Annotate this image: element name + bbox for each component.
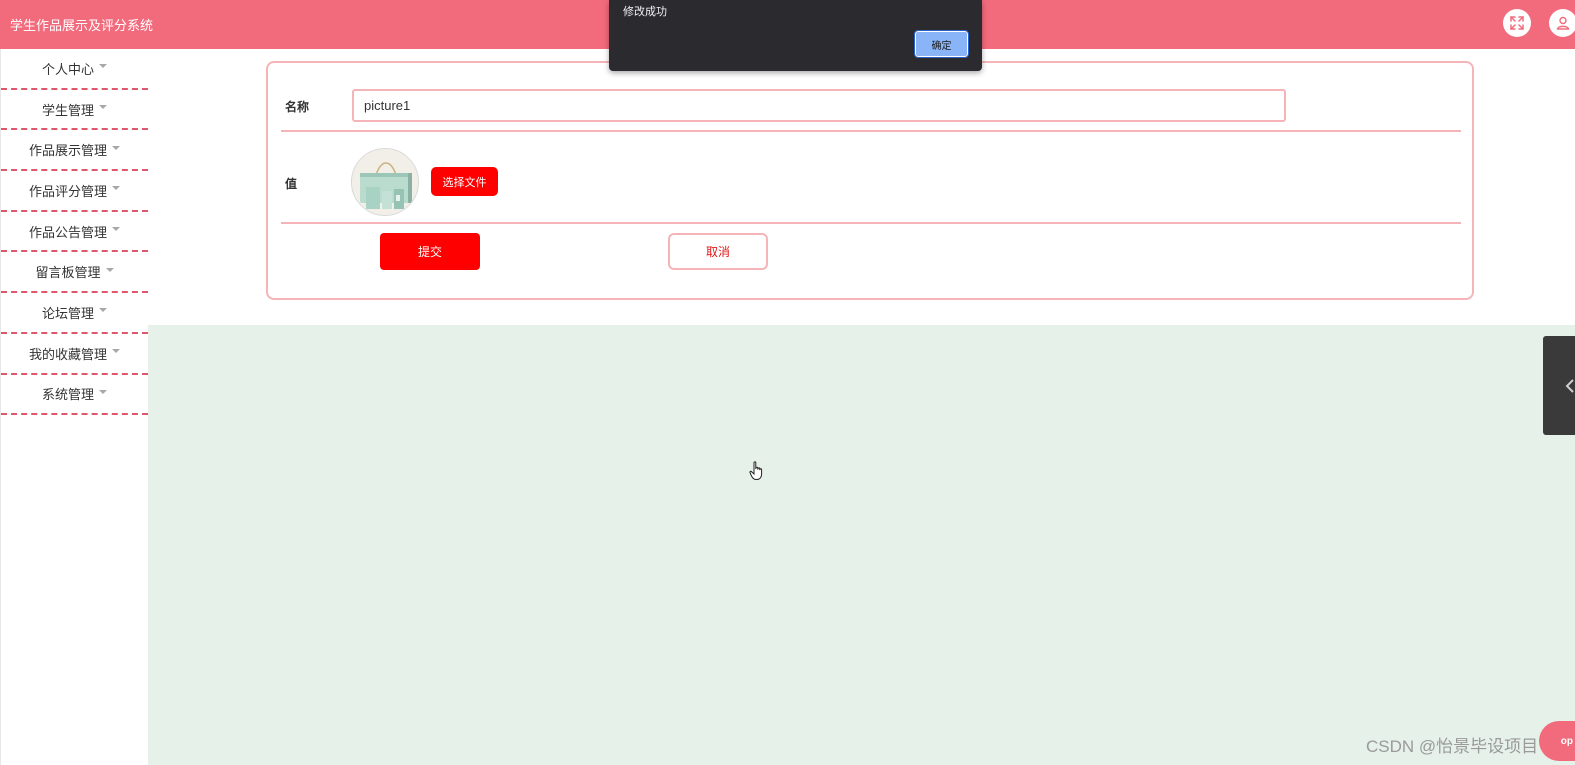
sidebar-menu: 个人中心 学生管理 作品展示管理 作品评分管理 作品公告管理 留言板管理 论坛管… bbox=[0, 49, 148, 765]
form-divider bbox=[281, 222, 1461, 224]
sidebar-item-forum-management[interactable]: 论坛管理 bbox=[1, 293, 148, 334]
sidebar-item-system-management[interactable]: 系统管理 bbox=[1, 375, 148, 416]
product-image bbox=[352, 149, 418, 215]
hand-cursor-icon bbox=[749, 461, 765, 486]
submit-button[interactable]: 提交 bbox=[380, 233, 480, 270]
fullscreen-button[interactable] bbox=[1503, 9, 1531, 37]
name-label: 名称 bbox=[285, 100, 310, 114]
form-divider bbox=[281, 130, 1461, 132]
user-icon bbox=[1556, 16, 1570, 30]
watermark-text: CSDN @怡景毕设项目 bbox=[1366, 737, 1539, 756]
sidebar-item-label: 我的收藏管理 bbox=[28, 346, 107, 362]
sidebar-item-label: 学生管理 bbox=[41, 102, 94, 118]
content-area bbox=[148, 325, 1575, 765]
alert-ok-button[interactable]: 确定 bbox=[914, 30, 969, 58]
sidebar-item-label: 留言板管理 bbox=[35, 265, 101, 281]
caret-down-icon bbox=[112, 186, 120, 191]
caret-down-icon bbox=[99, 64, 107, 69]
name-input[interactable] bbox=[352, 89, 1286, 122]
sidebar-item-label: 论坛管理 bbox=[41, 305, 94, 321]
app-title: 学生作品展示及评分系统 bbox=[10, 18, 154, 33]
sidebar-item-label: 作品展示管理 bbox=[28, 143, 107, 159]
side-panel-toggle[interactable] bbox=[1543, 336, 1575, 435]
user-button[interactable] bbox=[1549, 9, 1575, 37]
chevron-left-icon bbox=[1565, 378, 1574, 393]
caret-down-icon bbox=[99, 389, 107, 394]
fullscreen-icon bbox=[1510, 16, 1524, 30]
caret-down-icon bbox=[112, 349, 120, 354]
cancel-button[interactable]: 取消 bbox=[668, 233, 768, 270]
caret-down-icon bbox=[112, 227, 120, 232]
edit-form: 名称 值 选择文件 提交 取消 bbox=[266, 61, 1474, 300]
caret-down-icon bbox=[99, 105, 107, 110]
sidebar-item-student-management[interactable]: 学生管理 bbox=[1, 90, 148, 131]
sidebar-item-label: 系统管理 bbox=[41, 387, 94, 403]
sidebar-item-work-scoring-management[interactable]: 作品评分管理 bbox=[1, 171, 148, 212]
sidebar-item-message-board-management[interactable]: 留言板管理 bbox=[1, 252, 148, 294]
alert-dialog: 修改成功 确定 bbox=[609, 0, 982, 71]
sidebar-item-label: 个人中心 bbox=[41, 61, 94, 77]
sidebar-item-label: 作品公告管理 bbox=[28, 224, 107, 240]
sidebar-item-label: 作品评分管理 bbox=[28, 183, 107, 199]
choose-file-button[interactable]: 选择文件 bbox=[431, 167, 498, 196]
caret-down-icon bbox=[105, 267, 114, 272]
alert-message: 修改成功 bbox=[623, 6, 667, 18]
image-thumbnail bbox=[351, 148, 419, 216]
caret-down-icon bbox=[99, 308, 107, 313]
sidebar-item-work-display-management[interactable]: 作品展示管理 bbox=[1, 130, 148, 172]
sidebar-item-personal-center[interactable]: 个人中心 bbox=[1, 49, 148, 90]
sidebar-item-work-announcement-management[interactable]: 作品公告管理 bbox=[1, 212, 148, 253]
back-to-top-button[interactable]: op bbox=[1539, 721, 1575, 761]
caret-down-icon bbox=[112, 145, 120, 150]
value-label: 值 bbox=[285, 177, 298, 191]
sidebar-item-my-favorites-management[interactable]: 我的收藏管理 bbox=[1, 334, 148, 375]
